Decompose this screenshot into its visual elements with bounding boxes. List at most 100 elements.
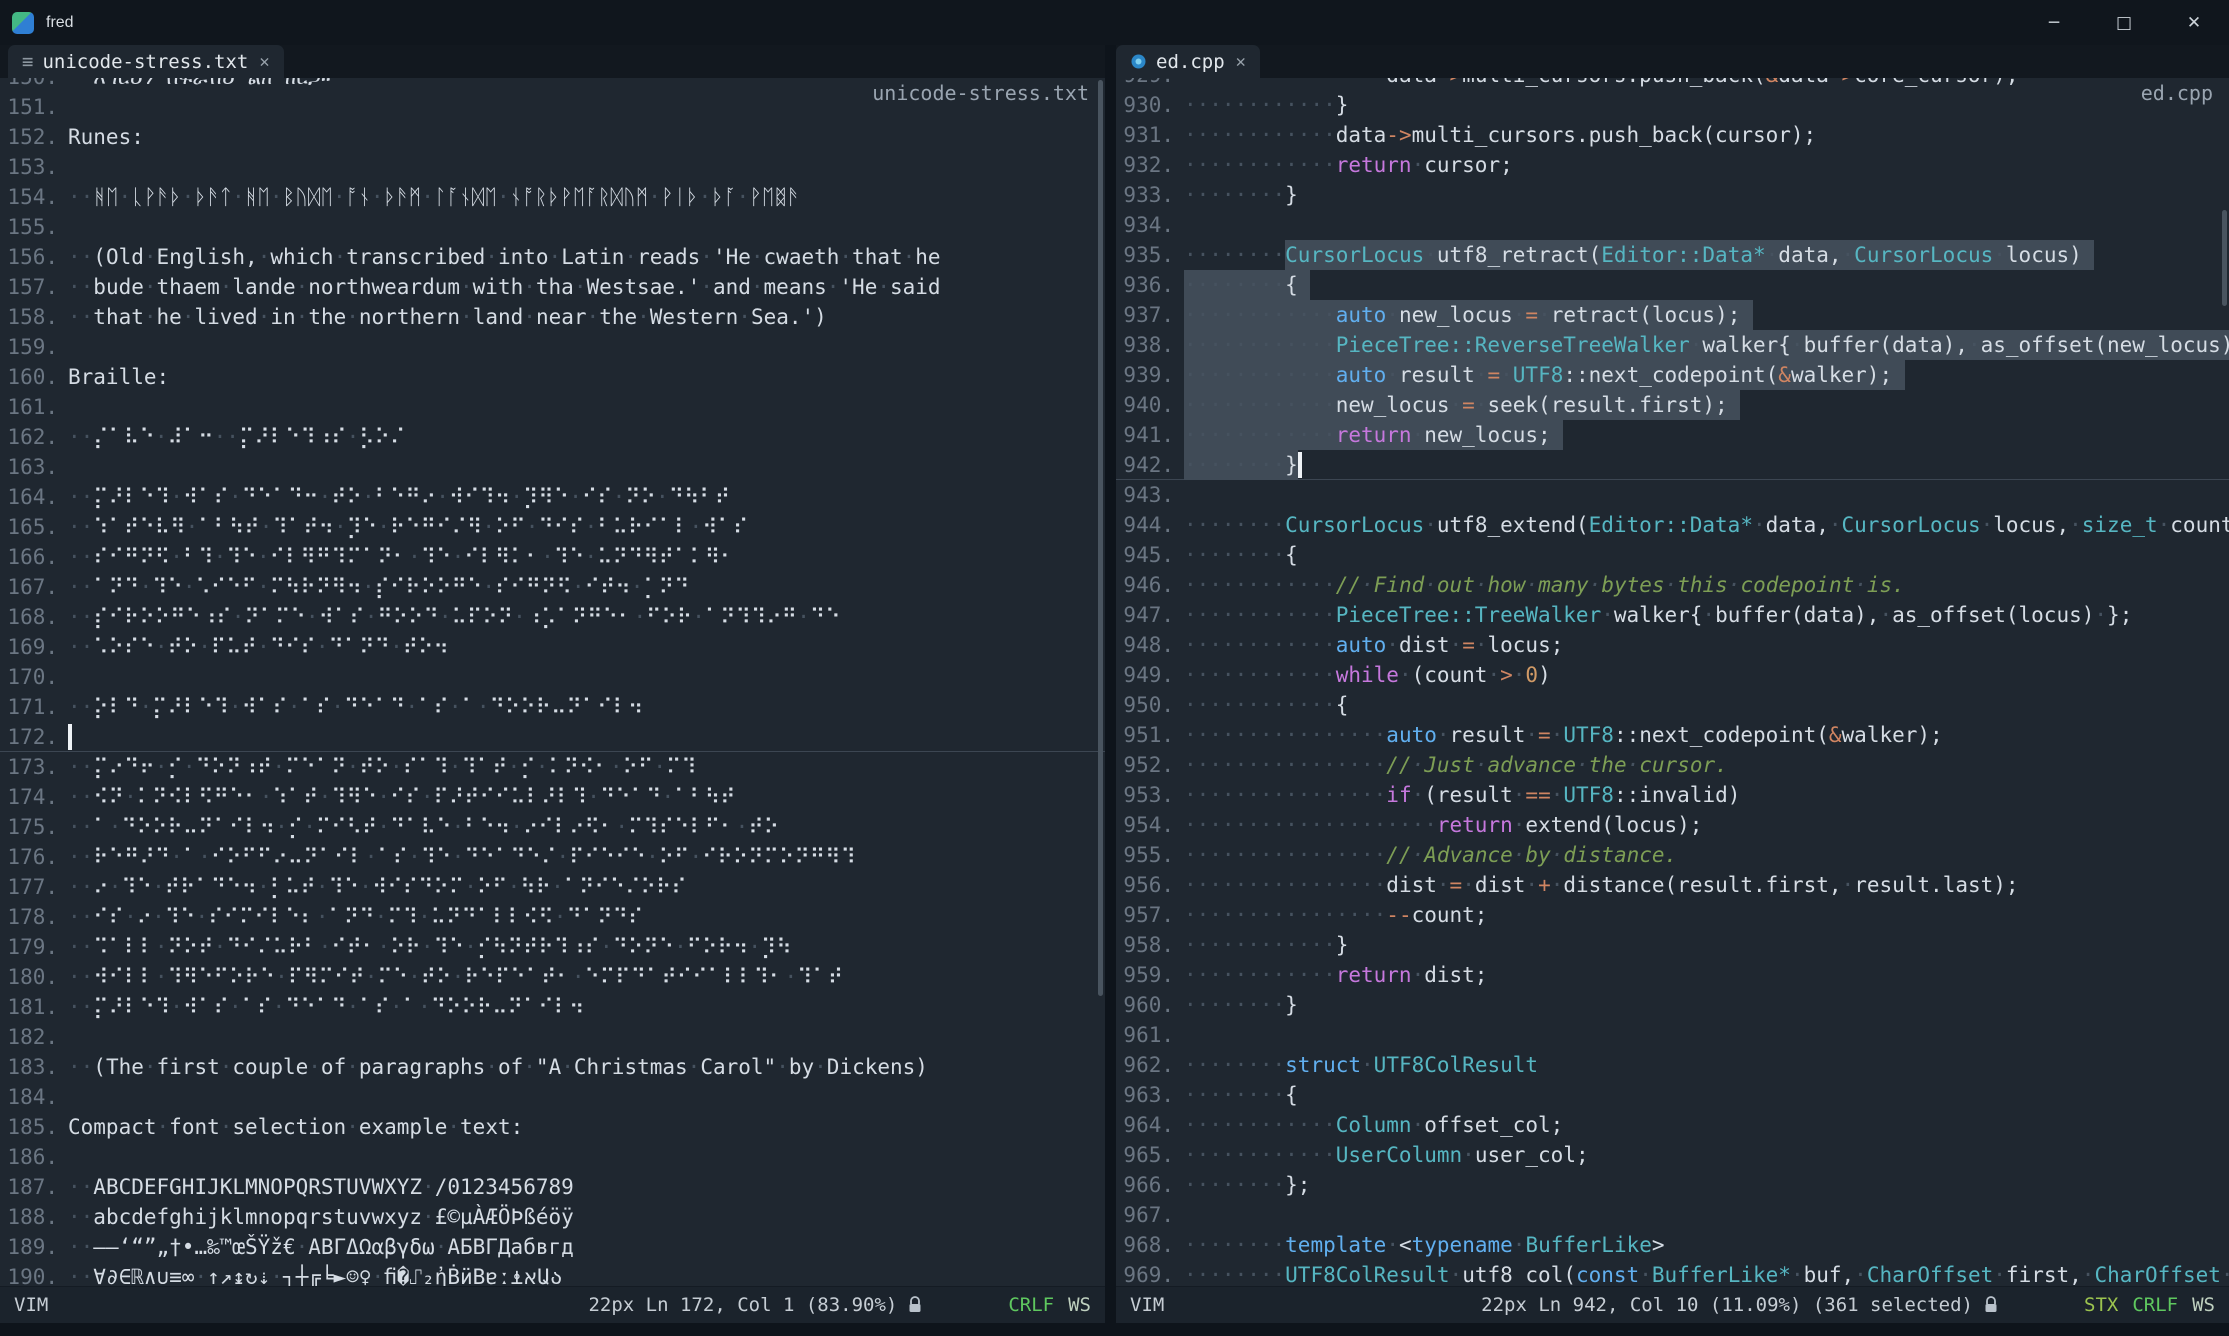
code-line[interactable]: 188.··abcdefghijklmnopqrstuvwxyz·£©µÀÆÖÞ… [0, 1202, 1105, 1232]
code-line[interactable]: 937.············auto·new_locus·=·retract… [1116, 300, 2229, 330]
tab-unicode-stress-txt[interactable]: ≡ unicode-stress.txt ✕ [8, 45, 284, 78]
code-line[interactable]: 177.··⠔·⠹⠑·⠞⠗⠁⠙⠑⠲·⡃⠥⠞·⠹⠑·⠺⠊⠎⠙⠕⠍·⠕⠋·⠳⠗·⠁⠝… [0, 872, 1105, 902]
code-line[interactable]: 960.········} [1116, 990, 2229, 1020]
whitespace-indicator[interactable]: WS [1068, 1294, 1091, 1316]
close-button[interactable]: ✕ [2159, 0, 2229, 45]
code-line[interactable]: 939.············auto·result·=·UTF8::next… [1116, 360, 2229, 390]
left-scrollbar[interactable] [1095, 78, 1105, 1286]
code-area[interactable]: 929.················data->multi_cursors.… [1116, 78, 2229, 1286]
code-line[interactable]: 967. [1116, 1200, 2229, 1230]
code-line[interactable]: 963.········{ [1116, 1080, 2229, 1110]
code-line[interactable]: 185.Compact·font·selection·example·text: [0, 1112, 1105, 1142]
code-line[interactable]: 951.················auto·result·=·UTF8::… [1116, 720, 2229, 750]
code-line[interactable]: 948.············auto·dist·=·locus; [1116, 630, 2229, 660]
code-line[interactable]: 164.··⡍⠜⠇⠑⠹·⠺⠁⠎·⠙⠑⠁⠙⠒·⠞⠕·⠃⠑⠛⠔·⠺⠊⠹⠲·⡹⠻⠑·⠊… [0, 482, 1105, 512]
code-line[interactable]: 964.············Column·offset_col; [1116, 1110, 2229, 1140]
code-line[interactable]: 180.··⠺⠊⠇⠇·⠹⠻⠑⠋⠕⠗⠑·⠏⠻⠍⠊⠞·⠍⠑·⠞⠕·⠗⠑⠏⠑⠁⠞⠂·⠑… [0, 962, 1105, 992]
code-line[interactable]: 943. [1116, 480, 2229, 510]
code-line[interactable]: 936.········{ [1116, 270, 2229, 300]
encoding-indicator[interactable]: STX [2084, 1294, 2118, 1316]
code-line[interactable]: 169.··⠡⠕⠎⠑·⠞⠕·⠏⠥⠞·⠙⠊⠎·⠙⠁⠝⠙·⠞⠕⠲ [0, 632, 1105, 662]
code-line[interactable]: 969.········UTF8ColResult·utf8_col(const… [1116, 1260, 2229, 1286]
code-line[interactable]: 158.··that·he·lived·in·the·northern·land… [0, 302, 1105, 332]
code-line[interactable]: 179.··⠩⠁⠇⠇·⠝⠕⠞·⠙⠊⠌⠥⠗⠃·⠊⠞⠂·⠕⠗·⠹⠑·⡊⠳⠝⠞⠗⠹⠰⠎… [0, 932, 1105, 962]
code-line[interactable]: 941.············return·new_locus; [1116, 420, 2229, 450]
code-line[interactable]: 178.··⠊⠎·⠔·⠹⠑·⠎⠊⠍⠊⠇⠑⠆·⠁⠝⠙·⠍⠹·⠥⠝⠙⠁⠇⠇⠪⠫·⠙⠁… [0, 902, 1105, 932]
code-line[interactable]: 929.················data->multi_cursors.… [1116, 78, 2229, 90]
code-line[interactable]: 157.··bude·thaem·lande·northweardum·with… [0, 272, 1105, 302]
code-line[interactable]: 957.················--count; [1116, 900, 2229, 930]
whitespace-indicator[interactable]: WS [2192, 1294, 2215, 1316]
code-line[interactable]: 949.············while·(count·>·0) [1116, 660, 2229, 690]
code-line[interactable]: 940.············new_locus·=·seek(result.… [1116, 390, 2229, 420]
code-line[interactable]: 163. [0, 452, 1105, 482]
code-line[interactable]: 168.··⡎⠊⠗⠕⠕⠛⠑⠰⠎·⠝⠁⠍⠑·⠺⠁⠎·⠛⠕⠕⠙·⠥⠏⠕⠝·⠰⡡⠁⠝⠛… [0, 602, 1105, 632]
line-ending-indicator[interactable]: CRLF [1008, 1294, 1054, 1316]
code-line[interactable]: 959.············return·dist; [1116, 960, 2229, 990]
line-ending-indicator[interactable]: CRLF [2132, 1294, 2178, 1316]
left-editor[interactable]: 150.··እግርህን·በፍራሽህ·ልክ·ዘርጋ።151.152.Runes:1… [0, 78, 1105, 1286]
close-icon[interactable]: ✕ [1236, 52, 1246, 72]
code-line[interactable]: 946.············//·Find·out·how·many·byt… [1116, 570, 2229, 600]
code-line[interactable]: 947.············PieceTree::TreeWalker·wa… [1116, 600, 2229, 630]
code-line[interactable]: 965.············UserColumn·user_col; [1116, 1140, 2229, 1170]
code-line[interactable]: 170. [0, 662, 1105, 692]
code-line[interactable]: 935.········CursorLocus·utf8_retract(Edi… [1116, 240, 2229, 270]
code-line[interactable]: 945.········{ [1116, 540, 2229, 570]
code-line[interactable]: 933.········} [1116, 180, 2229, 210]
code-line[interactable]: 934. [1116, 210, 2229, 240]
code-line[interactable]: 958.············} [1116, 930, 2229, 960]
code-line[interactable]: 962.········struct·UTF8ColResult [1116, 1050, 2229, 1080]
code-line[interactable]: 968.········template·<typename·BufferLik… [1116, 1230, 2229, 1260]
code-line[interactable]: 150.··እግርህን·በፍራሽህ·ልክ·ዘርጋ። [0, 78, 1105, 92]
pane-divider[interactable] [1105, 45, 1116, 1323]
code-line[interactable]: 189.··–—‘“”„†•…‰™œŠŸž€·ΑΒΓΔΩαβγδω·АБВГДа… [0, 1232, 1105, 1262]
code-line[interactable]: 956.················dist·=·dist·+·distan… [1116, 870, 2229, 900]
tab-ed-cpp[interactable]: ed.cpp ✕ [1116, 45, 1260, 78]
code-line[interactable]: 950.············{ [1116, 690, 2229, 720]
maximize-button[interactable]: □ [2089, 0, 2159, 45]
code-area[interactable]: 150.··እግርህን·በፍራሽህ·ልክ·ዘርጋ።151.152.Runes:1… [0, 78, 1105, 1286]
code-line[interactable]: 153. [0, 152, 1105, 182]
minimize-button[interactable]: ─ [2019, 0, 2089, 45]
code-line[interactable]: 160.Braille: [0, 362, 1105, 392]
code-line[interactable]: 932.············return·cursor; [1116, 150, 2229, 180]
code-line[interactable]: 954.····················return·extend(lo… [1116, 810, 2229, 840]
code-line[interactable]: 159. [0, 332, 1105, 362]
code-line[interactable]: 175.··⠁·⠙⠕⠕⠗⠤⠝⠁⠊⠇⠲·⡊·⠍⠊⠣⠞·⠙⠁⠧⠑·⠃⠑⠲·⠔⠊⠇⠔⠫… [0, 812, 1105, 842]
code-line[interactable]: 174.··⠪⠝·⠅⠝⠪⠇⠫⠛⠑⠂·⠱⠁⠞·⠹⠻⠑·⠊⠎·⠏⠜⠞⠊⠊⠥⠇⠜⠇⠹·… [0, 782, 1105, 812]
code-line[interactable]: 156.··(Old·English,·which·transcribed·in… [0, 242, 1105, 272]
code-line[interactable]: 162.··⡌⠁⠧⠑·⠼⠁⠒··⡍⠜⠇⠑⠹⠰⠎·⡣⠕⠌ [0, 422, 1105, 452]
code-line[interactable]: 165.··⠱⠁⠞⠑⠧⠻·⠁⠃⠳⠞·⠹⠁⠞⠲·⡹⠑·⠗⠑⠛⠊⠌⠻·⠕⠋·⠙⠊⠎·… [0, 512, 1105, 542]
code-line[interactable]: 161. [0, 392, 1105, 422]
right-editor[interactable]: 929.················data->multi_cursors.… [1116, 78, 2229, 1286]
scrollbar-thumb[interactable] [2222, 210, 2227, 306]
code-line[interactable]: 173.··⡍⠔⠙⠖·⡊·⠙⠕⠝⠰⠞·⠍⠑⠁⠝·⠞⠕·⠎⠁⠹·⠹⠁⠞·⡊·⠅⠝⠪… [0, 752, 1105, 782]
code-line[interactable]: 944.········CursorLocus·utf8_extend(Edit… [1116, 510, 2229, 540]
code-line[interactable]: 952.················//·Just·advance·the·… [1116, 750, 2229, 780]
code-line[interactable]: 961. [1116, 1020, 2229, 1050]
code-line[interactable]: 955.················//·Advance·by·distan… [1116, 840, 2229, 870]
code-line[interactable]: 172. [0, 722, 1105, 752]
code-line[interactable]: 182. [0, 1022, 1105, 1052]
code-line[interactable]: 152.Runes: [0, 122, 1105, 152]
code-line[interactable]: 155. [0, 212, 1105, 242]
code-line[interactable]: 942.········} [1116, 450, 2229, 480]
scrollbar-thumb[interactable] [1098, 80, 1103, 996]
code-line[interactable]: 176.··⠗⠑⠛⠜⠙·⠁·⠊⠕⠋⠋⠔⠤⠝⠁⠊⠇·⠁⠎·⠹⠑·⠙⠑⠁⠙⠑⠌·⠏⠊… [0, 842, 1105, 872]
code-line[interactable]: 171.··⡕⠇⠙·⡍⠜⠇⠑⠹·⠺⠁⠎·⠁⠎·⠙⠑⠁⠙·⠁⠎·⠁·⠙⠕⠕⠗⠤⠝⠁… [0, 692, 1105, 722]
code-line[interactable]: 183.··(The·first·couple·of·paragraphs·of… [0, 1052, 1105, 1082]
code-line[interactable]: 184. [0, 1082, 1105, 1112]
code-line[interactable]: 190.··∀∂∈ℝ∧∪≡∞·↑↗↨↻⇣·┐┼╔╘►☺♀·ﬁ�⑀₂ἠḂӥḄɐː⍎… [0, 1262, 1105, 1286]
code-line[interactable]: 187.··ABCDEFGHIJKLMNOPQRSTUVWXYZ·/012345… [0, 1172, 1105, 1202]
code-line[interactable]: 953.················if·(result·==·UTF8::… [1116, 780, 2229, 810]
code-line[interactable]: 154.··ᚻᛖ·ᚳᚹᚫᚦ·ᚦᚫᛏ·ᚻᛖ·ᛒᚢᛞᛖ·ᚩᚾ·ᚦᚫᛗ·ᛚᚪᚾᛞᛖ·ᚾ… [0, 182, 1105, 212]
right-scrollbar[interactable] [2219, 78, 2229, 1286]
code-line[interactable]: 931.············data->multi_cursors.push… [1116, 120, 2229, 150]
code-line[interactable]: 930.············} [1116, 90, 2229, 120]
code-line[interactable]: 166.··⠎⠊⠛⠝⠫·⠃⠹·⠹⠑·⠊⠇⠻⠛⠹⠍⠁⠝⠂·⠹⠑·⠊⠇⠻⠅⠂·⠹⠑·… [0, 542, 1105, 572]
close-icon[interactable]: ✕ [259, 52, 269, 72]
code-line[interactable]: 181.··⡍⠜⠇⠑⠹·⠺⠁⠎·⠁⠎·⠙⠑⠁⠙·⠁⠎·⠁·⠙⠕⠕⠗⠤⠝⠁⠊⠇⠲ [0, 992, 1105, 1022]
code-line[interactable]: 966.········}; [1116, 1170, 2229, 1200]
code-line[interactable]: 938.············PieceTree::ReverseTreeWa… [1116, 330, 2229, 360]
